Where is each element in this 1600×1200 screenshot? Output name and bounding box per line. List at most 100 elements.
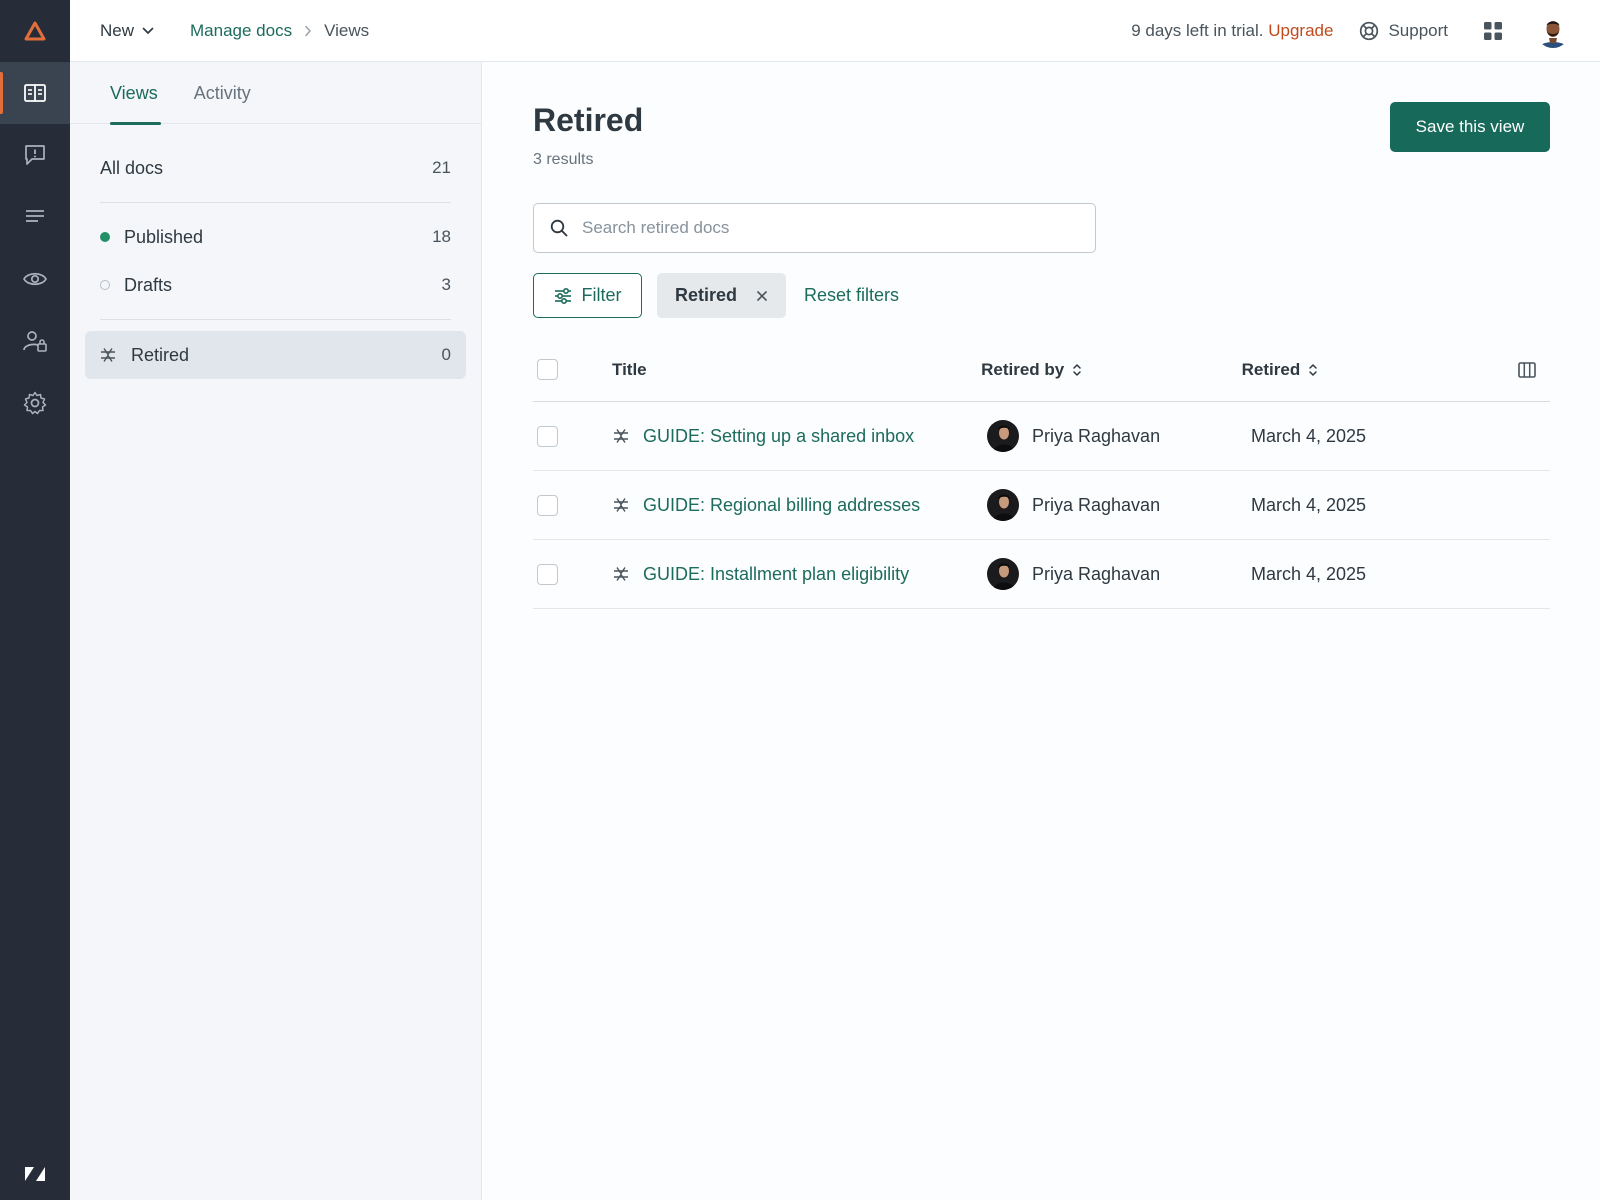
retired-by-name: Priya Raghavan [1032, 563, 1161, 584]
rail-item-docs[interactable] [0, 62, 70, 124]
search-icon [550, 219, 568, 237]
retired-icon [613, 567, 629, 581]
sort-icon [1308, 363, 1318, 377]
avatar [987, 489, 1019, 521]
view-retired[interactable]: Retired 0 [85, 331, 466, 379]
breadcrumb-current: Views [324, 20, 370, 40]
header-title: Title [612, 360, 981, 380]
retired-date: March 4, 2025 [1251, 425, 1367, 446]
search-input[interactable] [582, 218, 1062, 238]
product-switcher[interactable] [0, 1166, 70, 1182]
breadcrumb: Manage docs Views [190, 21, 369, 41]
header-retired[interactable]: Retired [1242, 360, 1518, 380]
book-icon [24, 84, 46, 102]
trial-notice: 9 days left in trial. Upgrade [1131, 21, 1333, 41]
row-retired-by-cell: Priya Raghavan [987, 420, 1251, 452]
close-icon [757, 290, 767, 301]
lifebuoy-icon [1360, 21, 1379, 40]
rail-item-settings[interactable] [0, 372, 70, 434]
header-retired-by[interactable]: Retired by [981, 360, 1242, 380]
remove-filter-button[interactable] [757, 290, 767, 301]
user-avatar-image [1536, 13, 1570, 48]
retired-by-name: Priya Raghavan [1032, 425, 1161, 446]
new-menu-button[interactable]: New [100, 21, 154, 41]
support-label: Support [1388, 20, 1448, 40]
results-count: 3 results [533, 151, 594, 168]
gear-icon [23, 391, 47, 415]
view-count: 21 [432, 158, 451, 177]
view-label: Retired [131, 344, 190, 365]
grid-icon [1484, 21, 1502, 40]
retired-icon [613, 498, 629, 512]
row-title-cell: GUIDE: Setting up a shared inbox [613, 426, 987, 447]
rail-item-preview[interactable] [0, 248, 70, 310]
upgrade-link[interactable]: Upgrade [1268, 21, 1333, 40]
trial-text: 9 days left in trial. [1131, 20, 1264, 40]
top-bar: New Manage docs Views 9 days left in tri… [70, 0, 1600, 62]
table-row[interactable]: GUIDE: Setting up a shared inbox Priya R… [533, 402, 1550, 471]
row-date-cell: March 4, 2025 [1251, 564, 1531, 585]
divider [100, 202, 451, 203]
retired-date: March 4, 2025 [1251, 494, 1367, 515]
row-checkbox[interactable] [537, 425, 558, 447]
zendesk-logo-icon [25, 1167, 45, 1181]
new-label: New [100, 20, 135, 40]
header-title-label: Title [612, 359, 647, 379]
divider [100, 319, 451, 320]
triangle-logo-icon [24, 21, 46, 41]
filter-label: Filter [581, 285, 622, 305]
view-all-docs[interactable]: All docs 21 [85, 144, 466, 192]
top-right-controls: 9 days left in trial. Upgrade Support [1131, 13, 1570, 48]
header-checkbox-cell [533, 359, 612, 380]
retired-icon [101, 348, 115, 362]
brand-logo[interactable] [0, 0, 70, 62]
doc-title-link[interactable]: GUIDE: Installment plan eligibility [643, 564, 909, 585]
table-row[interactable]: GUIDE: Installment plan eligibility Priy… [533, 540, 1550, 609]
save-view-button[interactable]: Save this view [1390, 102, 1550, 152]
view-label: Published [124, 226, 204, 247]
tab-activity[interactable]: Activity [194, 62, 251, 124]
published-status-dot [100, 232, 110, 242]
list-icon [26, 210, 44, 222]
select-all-checkbox[interactable] [537, 359, 558, 380]
retired-icon [613, 429, 629, 443]
chevron-down-icon [142, 27, 154, 34]
doc-title-link[interactable]: GUIDE: Setting up a shared inbox [643, 426, 914, 447]
apps-button[interactable] [1484, 21, 1502, 40]
row-checkbox[interactable] [537, 494, 558, 516]
views-panel: Views Activity All docs 21 Published 18 … [70, 62, 482, 1200]
chevron-right-icon [305, 25, 311, 36]
row-date-cell: March 4, 2025 [1251, 426, 1531, 447]
breadcrumb-manage-docs[interactable]: Manage docs [190, 21, 292, 41]
column-settings-button[interactable] [1518, 361, 1550, 378]
avatar [987, 558, 1019, 590]
eye-icon [23, 272, 47, 286]
doc-title-link[interactable]: GUIDE: Regional billing addresses [643, 495, 920, 516]
rail-item-articles[interactable] [0, 186, 70, 248]
draft-status-dot [100, 280, 110, 290]
support-button[interactable]: Support [1359, 21, 1448, 41]
reset-filters-link[interactable]: Reset filters [804, 273, 899, 318]
row-checkbox-cell [533, 425, 613, 447]
row-title-cell: GUIDE: Installment plan eligibility [613, 564, 987, 585]
rail-item-feedback[interactable] [0, 124, 70, 186]
main-content: Retired 3 results Save this view Filter … [483, 62, 1600, 1200]
view-label: Drafts [124, 274, 173, 295]
view-drafts[interactable]: Drafts 3 [85, 261, 466, 309]
view-published[interactable]: Published 18 [85, 213, 466, 261]
header-retired-label: Retired [1241, 359, 1301, 379]
row-retired-by-cell: Priya Raghavan [987, 558, 1251, 590]
rail-item-permissions[interactable] [0, 310, 70, 372]
chip-label: Retired [675, 285, 738, 305]
columns-icon [1518, 361, 1536, 378]
user-avatar[interactable] [1536, 13, 1570, 48]
filter-button[interactable]: Filter [533, 273, 642, 318]
table-header: Title Retired by Retired [533, 338, 1550, 402]
view-count: 3 [441, 275, 451, 294]
row-retired-by-cell: Priya Raghavan [987, 489, 1251, 521]
tab-views[interactable]: Views [110, 62, 161, 125]
table-row[interactable]: GUIDE: Regional billing addresses Priya … [533, 471, 1550, 540]
views-tabs: Views Activity [70, 62, 481, 125]
page-title: Retired [533, 102, 644, 138]
row-checkbox[interactable] [537, 563, 558, 585]
